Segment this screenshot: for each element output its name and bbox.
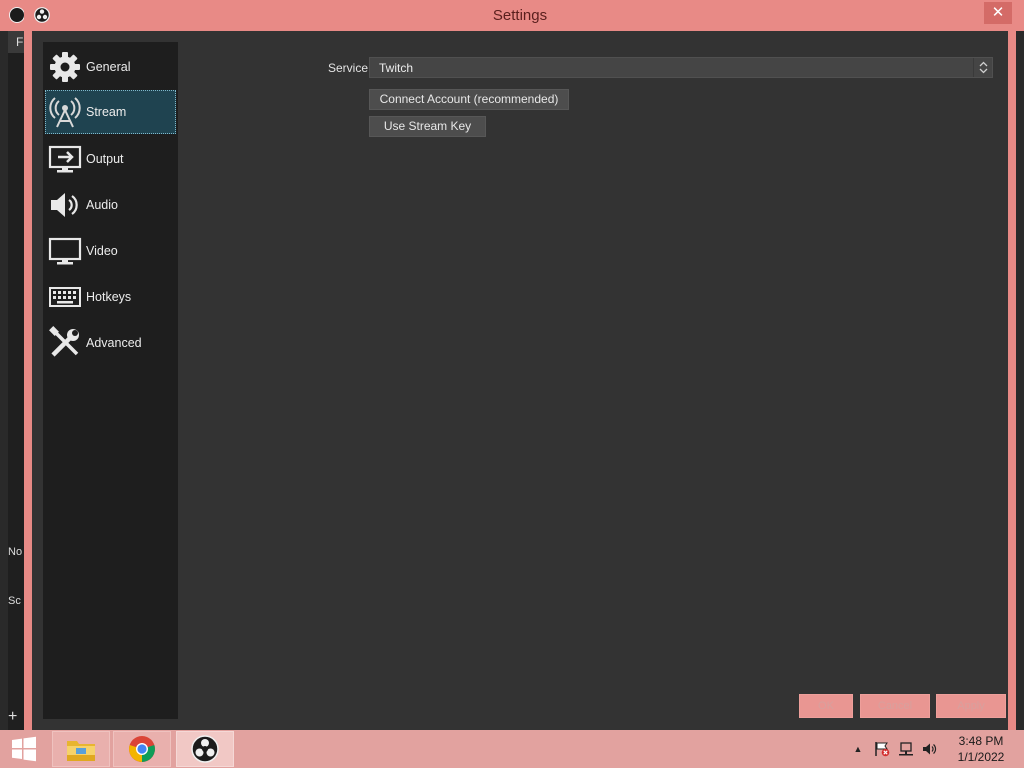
apply-button[interactable]: Apply xyxy=(936,694,1006,718)
taskbar-clock[interactable]: 3:48 PM 1/1/2022 xyxy=(944,733,1018,765)
sidebar-item-label: Audio xyxy=(86,198,118,212)
clock-time: 3:48 PM xyxy=(958,734,1004,748)
sidebar-item-label: Hotkeys xyxy=(86,290,132,304)
keyboard-icon xyxy=(47,279,83,315)
network-status[interactable] xyxy=(895,730,917,768)
dialog-title: Settings xyxy=(492,7,548,24)
sidebar-item-label: Video xyxy=(86,244,118,258)
settings-dialog: Settings ✕ General Stream Output Audio V… xyxy=(24,0,1016,730)
taskbar-chrome[interactable] xyxy=(113,731,171,767)
chevron-up-down-icon xyxy=(973,58,992,77)
chevron-up-icon: ▲ xyxy=(853,744,863,754)
flag-icon xyxy=(875,742,890,757)
obs-logo-icon xyxy=(9,7,25,23)
output-icon xyxy=(47,141,83,177)
main-add-button[interactable]: + xyxy=(8,708,22,726)
cancel-button[interactable]: Cancel xyxy=(860,694,930,718)
main-label-fragment: Sc xyxy=(8,595,21,607)
taskbar: ▲ 3:48 PM 1/1/2022 xyxy=(0,730,1024,768)
taskbar-obs[interactable] xyxy=(176,731,234,767)
service-select[interactable]: Twitch xyxy=(369,57,993,78)
show-hidden-icons-button[interactable]: ▲ xyxy=(849,730,867,768)
gear-icon xyxy=(47,49,83,85)
service-label: Service xyxy=(328,61,369,75)
file-explorer-icon xyxy=(67,741,95,761)
sidebar-item-label: General xyxy=(86,60,131,74)
settings-titlebar: Settings ✕ xyxy=(24,0,1016,31)
main-label-fragment: No xyxy=(8,546,22,558)
monitor-icon xyxy=(47,233,83,269)
volume-icon xyxy=(923,743,937,755)
settings-content: General Stream Output Audio Video Hotkey… xyxy=(32,31,1008,730)
sidebar-item-general[interactable]: General xyxy=(45,45,176,89)
settings-sidebar: General Stream Output Audio Video Hotkey… xyxy=(43,42,178,719)
speaker-icon xyxy=(47,187,83,223)
main-menu-file[interactable]: Fi xyxy=(8,31,26,53)
taskbar-file-explorer[interactable] xyxy=(52,731,110,767)
sidebar-item-advanced[interactable]: Advanced xyxy=(45,321,176,365)
service-selected-value: Twitch xyxy=(379,60,414,75)
sidebar-item-audio[interactable]: Audio xyxy=(45,183,176,227)
sidebar-item-label: Stream xyxy=(86,105,127,119)
obs-icon xyxy=(191,735,219,763)
use-stream-key-button[interactable]: Use Stream Key xyxy=(369,116,486,137)
close-button[interactable]: ✕ xyxy=(984,2,1012,24)
volume-control[interactable] xyxy=(919,730,941,768)
tools-icon xyxy=(47,325,83,361)
sidebar-item-stream[interactable]: Stream xyxy=(45,90,176,134)
ok-button[interactable]: OK xyxy=(799,694,853,718)
windows-logo-icon xyxy=(12,736,36,762)
sidebar-item-hotkeys[interactable]: Hotkeys xyxy=(45,275,176,319)
sidebar-item-label: Output xyxy=(86,152,124,166)
connect-account-button[interactable]: Connect Account (recommended) xyxy=(369,89,569,110)
action-center-flag[interactable] xyxy=(871,730,893,768)
antenna-icon xyxy=(47,94,83,130)
clock-date: 1/1/2022 xyxy=(957,750,1005,764)
main-window-pane xyxy=(8,53,24,730)
sidebar-item-label: Advanced xyxy=(86,336,142,350)
sidebar-item-video[interactable]: Video xyxy=(45,229,176,273)
start-button[interactable] xyxy=(2,732,46,766)
sidebar-item-output[interactable]: Output xyxy=(45,137,176,181)
chrome-icon xyxy=(129,736,155,762)
network-icon xyxy=(899,742,913,756)
